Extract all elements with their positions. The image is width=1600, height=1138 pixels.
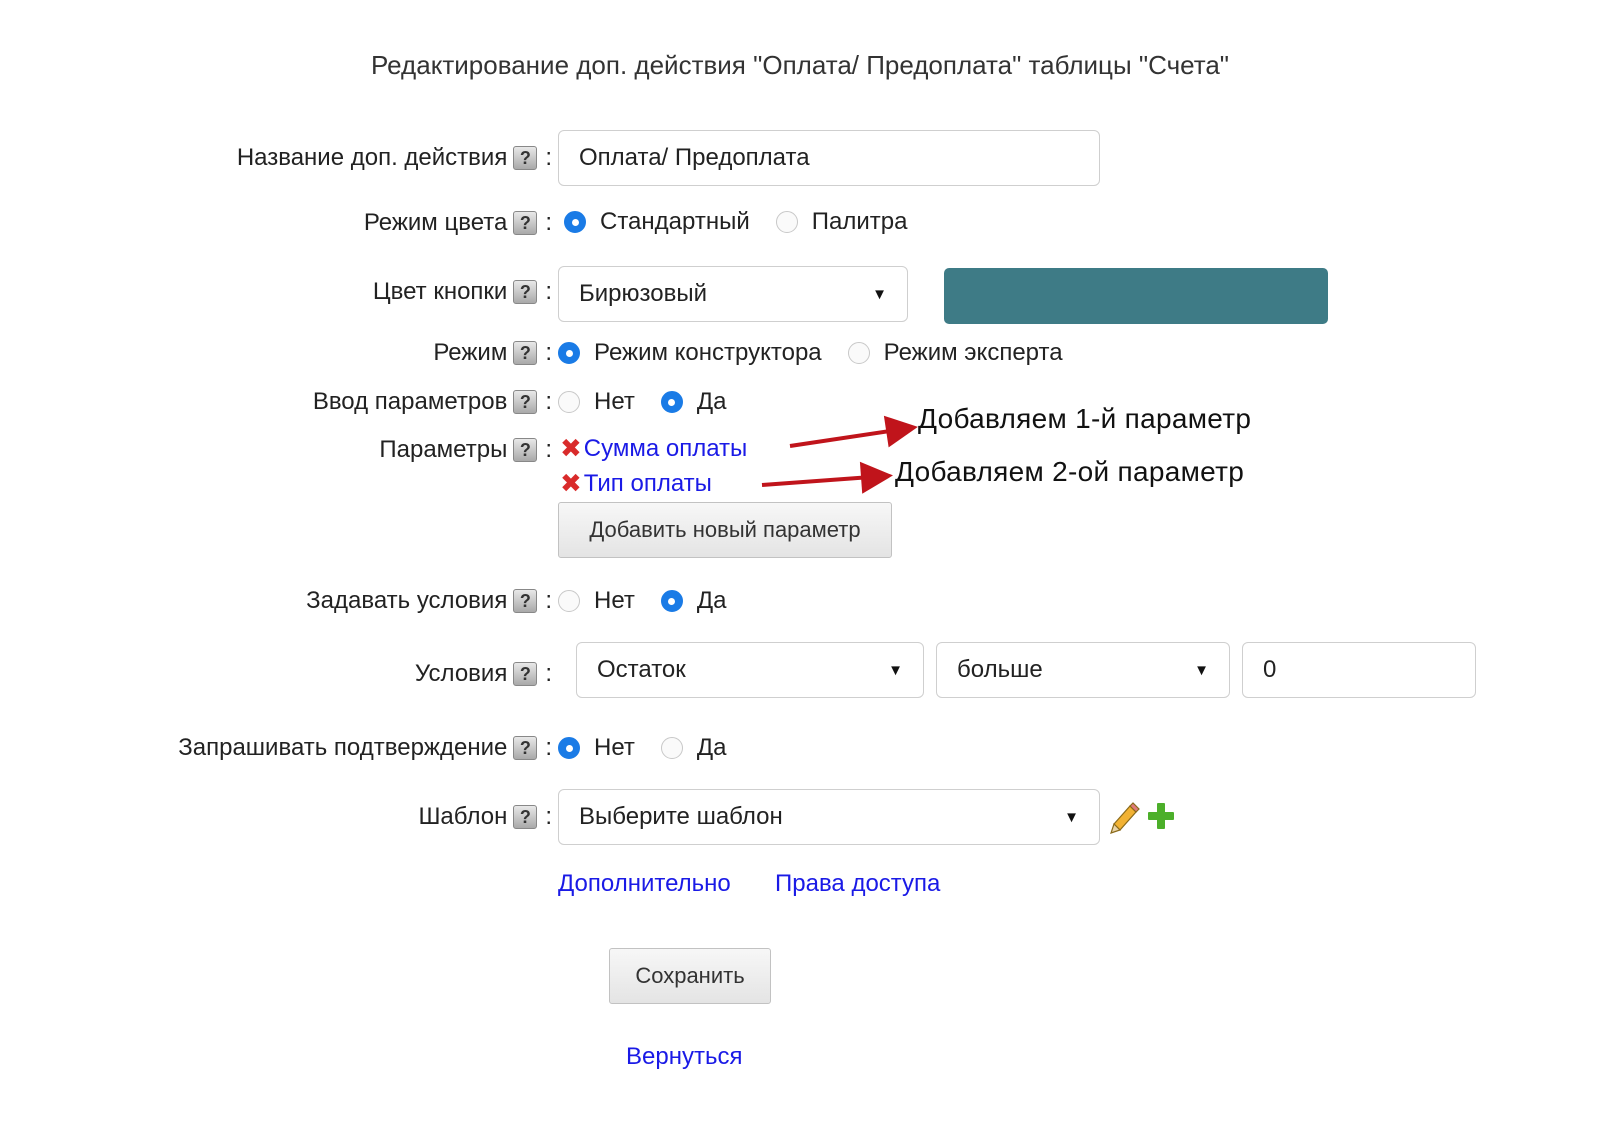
- extra-settings-link[interactable]: Дополнительно: [558, 870, 731, 898]
- help-icon[interactable]: ?: [513, 589, 538, 613]
- edit-pencil-icon[interactable]: [1108, 800, 1142, 834]
- radio-confirm-no[interactable]: [558, 737, 580, 759]
- condition-value-input[interactable]: [1242, 642, 1476, 698]
- dropdown-caret-icon: ▼: [1064, 808, 1079, 826]
- radio-conditions-yes[interactable]: [660, 590, 683, 612]
- annotation-arrows: [761, 415, 918, 494]
- save-button[interactable]: Сохранить: [609, 948, 771, 1004]
- help-icon[interactable]: ?: [513, 805, 538, 829]
- ask-confirmation-label: Запрашивать подтверждение ? :: [178, 734, 552, 761]
- template-select[interactable]: Выберите шаблон ▼: [558, 789, 1100, 845]
- arrow-second: [761, 461, 893, 494]
- add-plus-icon[interactable]: [1146, 801, 1176, 831]
- dropdown-caret-icon: ▼: [1194, 661, 1209, 679]
- radio-conditions-no[interactable]: [558, 590, 580, 612]
- help-icon[interactable]: ?: [513, 736, 538, 760]
- ask-confirmation-options: Нет Да: [558, 734, 752, 762]
- conditions-label: Условия ? :: [414, 660, 552, 687]
- template-label: Шаблон ? :: [418, 803, 552, 830]
- back-link[interactable]: Вернуться: [626, 1043, 742, 1071]
- condition-field-select[interactable]: Остаток ▼: [576, 642, 924, 698]
- set-conditions-label: Задавать условия ? :: [306, 587, 552, 614]
- set-conditions-options: Нет Да: [558, 587, 752, 615]
- help-icon[interactable]: ?: [513, 662, 538, 686]
- dropdown-caret-icon: ▼: [888, 661, 903, 679]
- arrow-first: [789, 415, 918, 448]
- condition-operator-select[interactable]: больше ▼: [936, 642, 1230, 698]
- radio-confirm-yes[interactable]: [660, 737, 683, 759]
- access-rights-link[interactable]: Права доступа: [775, 870, 940, 898]
